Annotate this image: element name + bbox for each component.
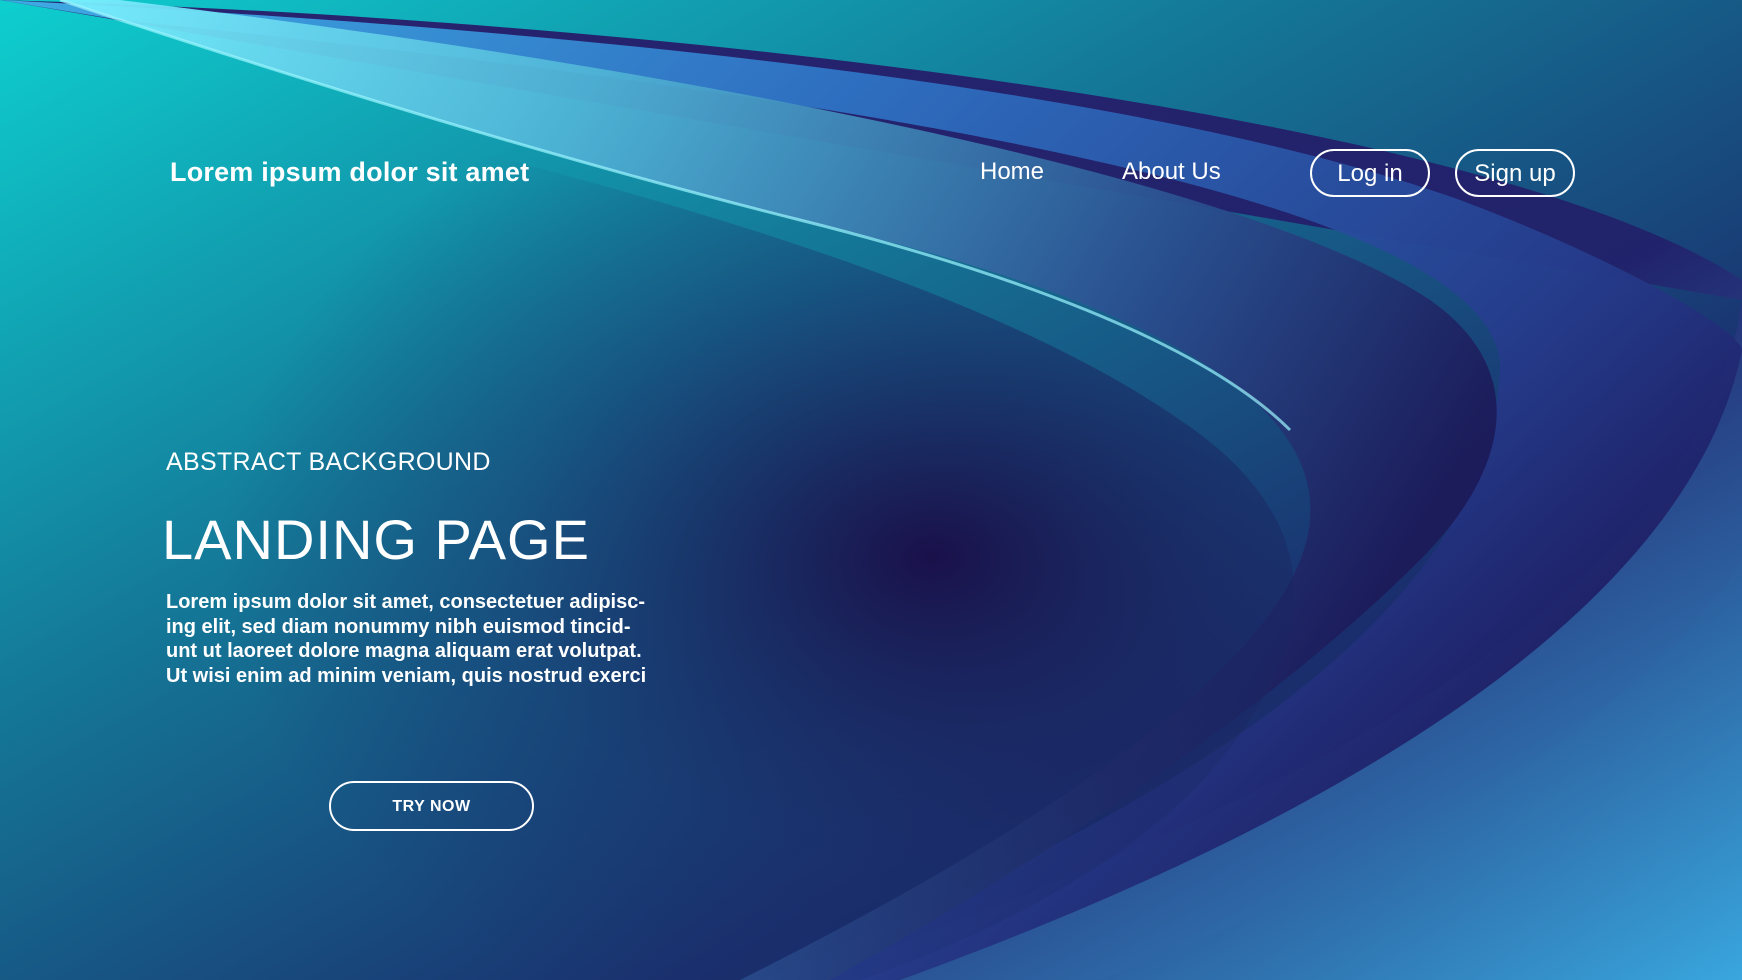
hero-description-line: ing elit, sed diam nonummy nibh euismod … <box>166 615 631 638</box>
hero-description-line: unt ut laoreet dolore magna aliquam erat… <box>166 640 642 662</box>
brand-name[interactable]: Lorem ipsum dolor sit amet <box>170 154 529 190</box>
hero-description-line: Ut wisi enim ad minim veniam, quis nostr… <box>166 664 647 687</box>
signup-button[interactable]: Sign up <box>1455 149 1575 197</box>
nav-link-about-us[interactable]: About Us <box>1122 152 1221 192</box>
hero-description-line: Lorem ipsum dolor sit amet, consectetuer… <box>166 591 646 613</box>
hero-title: LANDING PAGE <box>162 508 590 571</box>
try-now-button[interactable]: TRY NOW <box>329 781 534 831</box>
hero-eyebrow: ABSTRACT BACKGROUND <box>166 448 491 476</box>
hero-description: Lorem ipsum dolor sit amet, consectetuer… <box>166 590 726 688</box>
landing-page: Lorem ipsum dolor sit amet Home About Us… <box>0 0 1742 980</box>
nav-link-home[interactable]: Home <box>980 152 1044 192</box>
login-button[interactable]: Log in <box>1310 149 1430 197</box>
abstract-wave-background <box>0 0 1742 980</box>
